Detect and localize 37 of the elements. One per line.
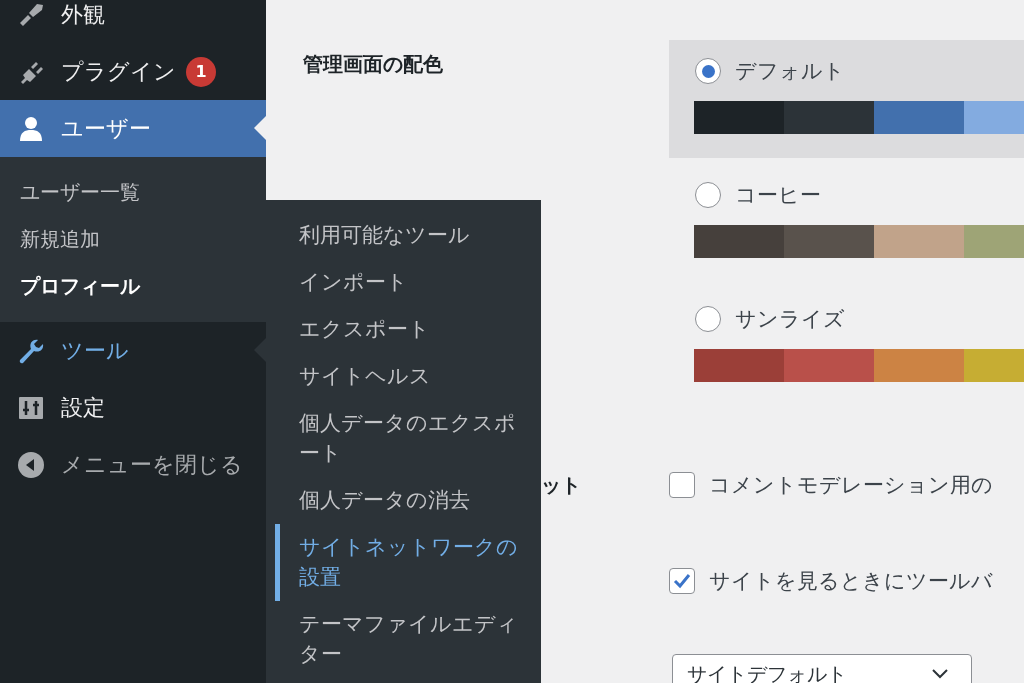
menu-item[interactable]: 設定: [0, 379, 266, 436]
checkbox-label: コメントモデレーション用の: [709, 472, 993, 499]
submenu-item[interactable]: 新規追加: [0, 216, 266, 263]
field-label: 管理画面の配色: [303, 52, 443, 76]
menu-item[interactable]: プラグイン 1: [0, 43, 266, 100]
menu-item[interactable]: メニューを閉じる: [0, 436, 266, 493]
color-scheme-option[interactable]: デフォルト: [669, 40, 1024, 158]
radio-label: コーヒー: [735, 182, 821, 209]
checkbox-label: サイトを見るときにツールバ: [709, 568, 993, 595]
submenu-item[interactable]: プロフィール: [0, 263, 266, 310]
radio-label: サンライズ: [735, 306, 845, 333]
language-select[interactable]: サイトデフォルト: [672, 654, 972, 683]
pointer-arrow: [254, 116, 266, 140]
checkmark-icon: [673, 573, 691, 589]
flyout-item[interactable]: 個人データのエクスポート: [266, 400, 519, 477]
flyout-item[interactable]: インポート: [266, 259, 519, 306]
menu-item[interactable]: ユーザー: [0, 100, 266, 157]
radio-button[interactable]: [695, 306, 721, 332]
flyout-item[interactable]: 利用可能なツール: [266, 212, 519, 259]
chevron-down-icon: [931, 668, 949, 680]
flyout-item[interactable]: テーマファイルエディター: [266, 601, 519, 678]
radio-label: デフォルト: [735, 58, 845, 85]
checkbox[interactable]: [669, 568, 695, 594]
flyout-item[interactable]: 個人データの消去: [266, 477, 519, 524]
update-count-badge: 1: [186, 56, 216, 87]
user-icon: [17, 114, 45, 143]
menu-item[interactable]: 外観: [0, 0, 266, 43]
color-scheme-option[interactable]: コーヒー: [669, 164, 1024, 282]
submenu-item[interactable]: ユーザー一覧: [0, 169, 266, 216]
field-label: ット: [541, 473, 581, 497]
flyout-item[interactable]: エクスポート: [266, 306, 519, 353]
checkbox[interactable]: [669, 472, 695, 498]
flyout-item[interactable]: サイトネットワークの設置: [275, 524, 519, 601]
flyout-item[interactable]: サイトヘルス: [266, 353, 519, 400]
color-scheme-option[interactable]: サンライズ: [669, 288, 1024, 406]
radio-button[interactable]: [695, 182, 721, 208]
radio-button[interactable]: [695, 58, 721, 84]
